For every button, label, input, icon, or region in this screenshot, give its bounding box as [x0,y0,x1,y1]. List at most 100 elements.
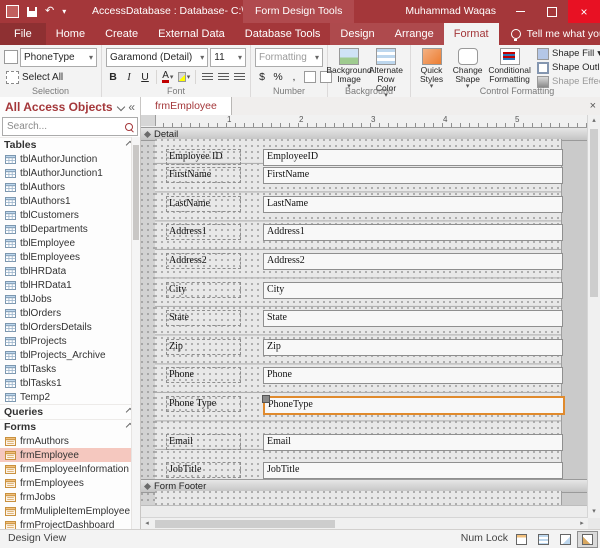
nav-item-tblAuthorJunction[interactable]: tblAuthorJunction [0,152,140,166]
nav-section-forms[interactable]: Forms [0,419,140,434]
background-image-button[interactable]: Background Image ▾ [331,47,367,87]
underline-button[interactable]: U [138,69,152,85]
align-center-button[interactable] [216,69,230,85]
user-name[interactable]: Muhammad Waqas [405,0,496,23]
nav-item-tblDepartments[interactable]: tblDepartments [0,222,140,236]
ribbon-tab-database-tools[interactable]: Database Tools [235,23,331,45]
alternate-row-color-button[interactable]: Alternate Row Color ▾ [368,47,404,87]
field-control-Phone[interactable]: Phone [263,367,563,384]
field-control-EmployeeID[interactable]: EmployeeID [263,149,563,166]
change-shape-button[interactable]: Change Shape ▾ [450,47,485,87]
ribbon-tab-create[interactable]: Create [95,23,148,45]
field-label-Zip[interactable]: Zip [166,339,241,355]
ribbon-tab-arrange[interactable]: Arrange [385,23,444,45]
field-label-EmployeeID[interactable]: Employee ID [166,149,241,165]
document-close-icon[interactable]: × [590,97,596,115]
search-input[interactable]: Search... [2,117,138,136]
close-button[interactable]: × [568,0,600,23]
number-format-combo[interactable]: Formatting ▾ [255,48,323,67]
nav-item-frmEmployees[interactable]: frmEmployees [0,476,140,490]
ribbon-tab-home[interactable]: Home [46,23,95,45]
nav-item-frmJobs[interactable]: frmJobs [0,490,140,504]
field-control-City[interactable]: City [263,282,563,299]
design-canvas[interactable]: Detail Employee IDEmployeeIDFirstNameFir… [141,127,588,518]
percent-format-button[interactable]: % [271,69,285,85]
field-control-PhoneType[interactable]: PhoneType [263,396,565,415]
ribbon-tab-external-data[interactable]: External Data [148,23,235,45]
field-label-State[interactable]: State [166,310,241,326]
select-all-button[interactable]: Select All [4,69,65,85]
quick-styles-button[interactable]: Quick Styles ▾ [414,47,449,87]
field-label-Address2[interactable]: Address2 [166,253,241,269]
nav-item-tblOrders[interactable]: tblOrders [0,306,140,320]
datasheet-view-button[interactable] [533,531,554,548]
nav-menu-chevron-icon[interactable] [117,103,125,111]
vertical-scrollbar[interactable]: ▴ ▾ [587,115,600,518]
vertical-scroll-thumb[interactable] [590,129,598,297]
field-label-City[interactable]: City [166,282,241,298]
nav-section-tables[interactable]: Tables [0,137,140,152]
font-color-button[interactable]: A ▾ [161,69,175,85]
nav-item-tblHRData1[interactable]: tblHRData1 [0,278,140,292]
ribbon-tab-format[interactable]: Format [444,23,499,45]
nav-item-tblProjects_Archive[interactable]: tblProjects_Archive [0,348,140,362]
design-view-button[interactable] [577,531,598,548]
font-size-combo[interactable]: 11 ▾ [210,48,246,67]
field-control-Address1[interactable]: Address1 [263,224,563,241]
nav-pane-header[interactable]: All Access Objects « [0,97,140,117]
nav-item-tblOrdersDetails[interactable]: tblOrdersDetails [0,320,140,334]
nav-item-tblAuthors1[interactable]: tblAuthors1 [0,194,140,208]
ribbon-tab-design[interactable]: Design [330,23,384,45]
minimize-button[interactable] [504,0,536,23]
nav-section-queries[interactable]: Queries [0,404,140,419]
currency-format-button[interactable]: $ [255,69,269,85]
nav-item-tblAuthorJunction1[interactable]: tblAuthorJunction1 [0,166,140,180]
field-label-Address1[interactable]: Address1 [166,224,241,240]
field-label-Phone[interactable]: Phone [166,367,241,383]
shutter-close-icon[interactable]: « [128,101,135,113]
qat-customize-button[interactable]: ▾ [62,0,66,23]
horizontal-scroll-thumb[interactable] [155,520,335,528]
field-control-State[interactable]: State [263,310,563,327]
nav-scrollbar-thumb[interactable] [133,145,139,240]
align-left-button[interactable] [200,69,214,85]
field-control-JobTitle[interactable]: JobTitle [263,462,563,479]
field-control-Address2[interactable]: Address2 [263,253,563,270]
comma-format-button[interactable]: , [287,69,301,85]
form-view-button[interactable] [511,531,532,548]
nav-item-frmAuthors[interactable]: frmAuthors [0,434,140,448]
nav-item-frmEmployee[interactable]: frmEmployee [0,448,140,462]
increase-decimals-button[interactable] [303,69,317,85]
nav-item-tblEmployee[interactable]: tblEmployee [0,236,140,250]
undo-button[interactable]: ↶ [45,0,54,23]
font-name-combo[interactable]: Garamond (Detail) ▾ [106,48,208,67]
field-label-FirstName[interactable]: FirstName [166,167,241,183]
nav-item-tblCustomers[interactable]: tblCustomers [0,208,140,222]
shape-outline-button[interactable]: Shape Outline ▾ [537,61,600,74]
nav-item-tblHRData[interactable]: tblHRData [0,264,140,278]
highlight-color-button[interactable]: ▾ [177,69,191,85]
selected-object-combo[interactable]: PhoneType ▾ [20,48,97,67]
form-footer-grid[interactable] [155,491,562,505]
bold-button[interactable]: B [106,69,120,85]
align-right-button[interactable] [232,69,246,85]
search-icon[interactable] [125,123,133,131]
nav-scrollbar[interactable] [131,137,140,530]
scroll-up-icon[interactable]: ▴ [588,115,600,127]
field-label-LastName[interactable]: LastName [166,196,241,212]
nav-item-tblTasks[interactable]: tblTasks [0,362,140,376]
field-label-PhoneType[interactable]: Phone Type [166,396,241,412]
save-button[interactable] [27,7,37,17]
nav-item-tblTasks1[interactable]: tblTasks1 [0,376,140,390]
nav-item-tblEmployees[interactable]: tblEmployees [0,250,140,264]
document-tab-frmEmployee[interactable]: frmEmployee [141,97,232,115]
app-icon[interactable] [6,5,19,18]
nav-item-tblJobs[interactable]: tblJobs [0,292,140,306]
nav-item-frmEmployeeInformation[interactable]: frmEmployeeInformation [0,462,140,476]
field-label-Email[interactable]: Email [166,434,241,450]
field-label-JobTitle[interactable]: JobTitle [166,462,241,478]
tell-me-box[interactable]: Tell me what you want to do [511,23,600,45]
nav-item-tblAuthors[interactable]: tblAuthors [0,180,140,194]
shape-fill-button[interactable]: Shape Fill ▾ [537,47,600,60]
form-grid[interactable]: Employee IDEmployeeIDFirstNameFirstNameL… [155,139,562,479]
